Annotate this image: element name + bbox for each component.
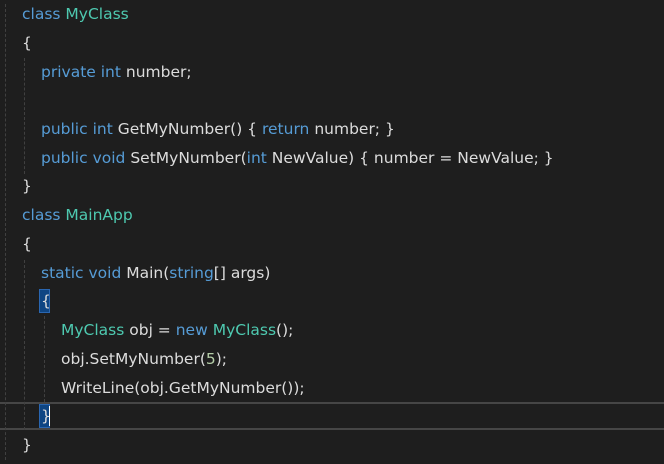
line-1: class MyClass xyxy=(22,0,129,29)
code-token: (); xyxy=(276,321,294,339)
code-token: public xyxy=(41,149,88,167)
code-token: MyClass xyxy=(212,321,277,339)
line-12: MyClass obj = new MyClass(); xyxy=(61,316,293,345)
code-token: MainApp xyxy=(65,206,133,224)
code-token: string xyxy=(169,264,214,282)
line-6: public void SetMyNumber(int NewValue) { … xyxy=(41,144,554,173)
line-2: { xyxy=(22,29,32,58)
code-token: { xyxy=(41,292,51,310)
code-editor[interactable]: class MyClass { private int number; publ… xyxy=(0,0,664,464)
code-token: static xyxy=(41,264,84,282)
code-token: class xyxy=(22,206,61,224)
code-line[interactable]: static void Main(string[] args) xyxy=(0,259,664,288)
code-token: int xyxy=(92,120,113,138)
code-token: MyClass xyxy=(61,321,125,339)
code-line[interactable]: { xyxy=(0,29,664,58)
code-token: return xyxy=(261,120,310,138)
code-token: } xyxy=(22,177,32,195)
code-line[interactable]: public void SetMyNumber(int NewValue) { … xyxy=(0,144,664,173)
code-token: new xyxy=(175,321,208,339)
line-10: static void Main(string[] args) xyxy=(41,259,270,288)
line-5: public int GetMyNumber() { return number… xyxy=(41,115,395,144)
code-line[interactable]: MyClass obj = new MyClass(); xyxy=(0,316,664,345)
code-token: { xyxy=(22,235,32,253)
code-token: class xyxy=(22,5,61,23)
line-11: { xyxy=(41,287,51,316)
code-token: } xyxy=(41,407,51,425)
code-token: Main( xyxy=(121,264,170,282)
line-16: } xyxy=(22,431,32,460)
code-line[interactable]: { xyxy=(0,230,664,259)
code-token: } xyxy=(22,436,32,454)
code-token: obj.SetMyNumber( xyxy=(61,350,206,368)
code-line[interactable]: private int number; xyxy=(0,58,664,87)
code-token: int xyxy=(246,149,267,167)
line-13: obj.SetMyNumber(5); xyxy=(61,345,227,374)
code-token: int xyxy=(100,63,121,81)
code-line[interactable]: } xyxy=(0,172,664,201)
code-token: void xyxy=(88,264,122,282)
code-token: WriteLine(obj.GetMyNumber()); xyxy=(61,379,305,397)
code-token: NewValue) { number = NewValue; } xyxy=(266,149,554,167)
line-9: { xyxy=(22,230,32,259)
code-line[interactable]: { xyxy=(0,287,664,316)
code-line[interactable]: class MyClass xyxy=(0,0,664,29)
code-token: GetMyNumber() { xyxy=(112,120,262,138)
code-line[interactable]: WriteLine(obj.GetMyNumber()); xyxy=(0,374,664,403)
code-token: public xyxy=(41,120,88,138)
line-7: } xyxy=(22,172,32,201)
line-3: private int number; xyxy=(41,58,192,87)
code-token: void xyxy=(92,149,126,167)
code-line[interactable]: class MainApp xyxy=(0,201,664,230)
code-line[interactable]: } xyxy=(0,402,664,431)
code-line[interactable]: public int GetMyNumber() { return number… xyxy=(0,115,664,144)
code-token: private xyxy=(41,63,96,81)
code-token: number; } xyxy=(309,120,395,138)
code-token: { xyxy=(22,34,32,52)
code-token: ); xyxy=(215,350,228,368)
code-line[interactable]: obj.SetMyNumber(5); xyxy=(0,345,664,374)
code-token: SetMyNumber( xyxy=(125,149,247,167)
code-token: number; xyxy=(120,63,192,81)
code-token: MyClass xyxy=(65,5,129,23)
code-line[interactable] xyxy=(0,86,664,115)
code-line[interactable]: } xyxy=(0,431,664,460)
code-token: obj = xyxy=(124,321,176,339)
line-15: } xyxy=(41,402,51,431)
code-token: 5 xyxy=(205,350,216,368)
line-8: class MainApp xyxy=(22,201,133,230)
line-14: WriteLine(obj.GetMyNumber()); xyxy=(61,374,305,403)
code-token: [] args) xyxy=(213,264,271,282)
